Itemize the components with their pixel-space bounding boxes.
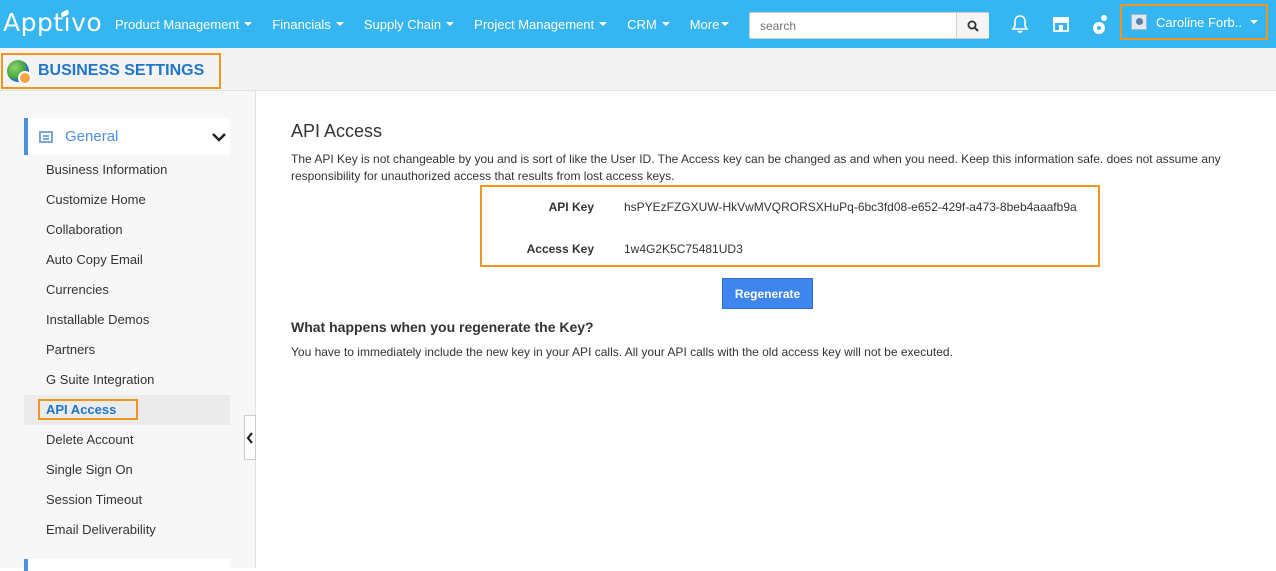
regenerate-info-text: You have to immediately include the new … [291, 345, 953, 359]
nav-more[interactable]: More [690, 17, 730, 32]
section-heading: API Access [291, 121, 383, 141]
api-key-row: API Key hsPYEzFZGXUW-HkVwMVQRORSXHuPq-6b… [482, 200, 1098, 220]
search-icon [967, 20, 979, 32]
sidebar-item-partners[interactable]: Partners [24, 335, 230, 365]
store-icon [1053, 17, 1069, 32]
api-description: The API Key is not changeable by you and… [291, 152, 1221, 183]
avatar [1131, 14, 1147, 30]
sidebar: General Business Information Customize H… [0, 91, 256, 571]
main-nav: Product Management Financials Supply Cha… [115, 0, 749, 48]
sidebar-item-collaboration[interactable]: Collaboration [24, 215, 230, 245]
apptivo-logo[interactable]: Apptivo [3, 8, 102, 37]
api-key-label: API Key [548, 200, 594, 214]
user-settings-icon [1093, 15, 1107, 34]
user-name: Caroline Forb.. [1156, 14, 1242, 30]
page-title: BUSINESS SETTINGS [38, 62, 205, 79]
store-button[interactable] [1050, 13, 1072, 35]
sidebar-item-session-timeout[interactable]: Session Timeout [24, 485, 230, 515]
sidebar-item-label: Currencies [46, 282, 109, 297]
caret-down-icon [335, 22, 344, 26]
sidebar-item-label: API Access [38, 399, 139, 420]
sidebar-item-label: Delete Account [46, 432, 134, 447]
sidebar-item-label: Session Timeout [46, 492, 143, 507]
sidebar-item-label: Customize Home [46, 192, 146, 207]
user-menu[interactable]: Caroline Forb.. [1120, 4, 1268, 40]
nav-label: Project Management [474, 16, 595, 32]
sidebar-menu: Business Information Customize Home Coll… [24, 155, 230, 545]
sidebar-item-api-access[interactable]: API Access [24, 395, 230, 425]
sidebar-item-label: Auto Copy Email [46, 252, 143, 267]
caret-down-icon [721, 22, 730, 26]
nav-label: Supply Chain [363, 16, 442, 32]
sidebar-item-g-suite-integration[interactable]: G Suite Integration [24, 365, 230, 395]
sidebar-item-delete-account[interactable]: Delete Account [24, 425, 230, 455]
sidebar-group-next[interactable] [24, 559, 230, 571]
page-title-box: BUSINESS SETTINGS [1, 53, 221, 89]
access-key-label: Access Key [526, 242, 594, 256]
caret-down-icon [244, 22, 253, 26]
sidebar-group-label: General [65, 128, 119, 145]
sidebar-item-auto-copy-email[interactable]: Auto Copy Email [24, 245, 230, 275]
caret-down-icon [1249, 20, 1258, 24]
sidebar-item-business-information[interactable]: Business Information [24, 155, 230, 185]
search-button[interactable] [956, 13, 989, 38]
monitor-icon [39, 130, 53, 143]
sidebar-item-label: Collaboration [46, 222, 123, 237]
sidebar-item-label: Email Deliverability [46, 522, 156, 537]
sidebar-group-general[interactable]: General [24, 118, 230, 155]
access-key-value: 1w4G2K5C75481UD3 [624, 242, 743, 256]
sidebar-item-customize-home[interactable]: Customize Home [24, 185, 230, 215]
caret-down-icon [661, 22, 670, 26]
search-box [749, 12, 989, 39]
user-settings-button[interactable] [1090, 13, 1112, 35]
sidebar-item-label: Single Sign On [46, 462, 133, 477]
sidebar-item-currencies[interactable]: Currencies [24, 275, 230, 305]
sidebar-item-label: Business Information [46, 162, 168, 177]
chevron-left-icon [246, 431, 253, 444]
logo-text: Apptivo [3, 8, 103, 37]
search-input[interactable] [750, 13, 956, 38]
sidebar-item-label: Partners [46, 342, 96, 357]
bell-icon [1011, 15, 1029, 33]
nav-product-management[interactable]: Product Management [115, 16, 253, 32]
top-navbar: Apptivo Product Management Financials Su… [0, 0, 1276, 48]
sidebar-collapse-button[interactable] [244, 415, 256, 460]
caret-down-icon [599, 22, 608, 26]
nav-label: CRM [627, 16, 657, 32]
nav-label: Product Management [115, 16, 240, 32]
access-key-row: Access Key 1w4G2K5C75481UD3 [482, 242, 1098, 262]
nav-supply-chain[interactable]: Supply Chain [363, 16, 455, 32]
chevron-down-icon [212, 132, 226, 142]
notifications-button[interactable] [1009, 13, 1031, 35]
sidebar-item-label: Installable Demos [46, 312, 150, 327]
sidebar-item-email-deliverability[interactable]: Email Deliverability [24, 515, 230, 545]
business-globe-icon [7, 60, 32, 85]
api-keys-panel: API Key hsPYEzFZGXUW-HkVwMVQRORSXHuPq-6b… [480, 185, 1100, 267]
nav-label: More [689, 16, 720, 32]
nav-crm[interactable]: CRM [627, 17, 670, 32]
sidebar-item-label: G Suite Integration [46, 372, 155, 387]
caret-down-icon [446, 22, 455, 26]
sidebar-item-installable-demos[interactable]: Installable Demos [24, 305, 230, 335]
nav-financials[interactable]: Financials [272, 17, 344, 32]
nav-label: Financials [272, 16, 331, 32]
sidebar-item-single-sign-on[interactable]: Single Sign On [24, 455, 230, 485]
page-header: BUSINESS SETTINGS [0, 48, 1276, 91]
api-key-value: hsPYEzFZGXUW-HkVwMVQRORSXHuPq-6bc3fd08-e… [624, 200, 1077, 214]
regenerate-info-heading: What happens when you regenerate the Key… [291, 319, 594, 335]
nav-project-management[interactable]: Project Management [474, 16, 608, 32]
regenerate-button[interactable]: Regenerate [722, 278, 813, 309]
